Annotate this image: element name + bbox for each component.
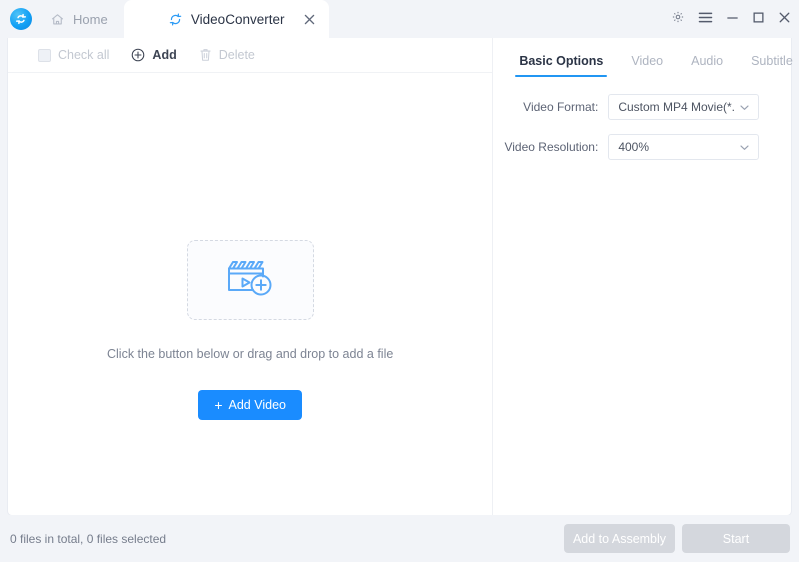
check-all-label: Check all xyxy=(58,48,110,62)
tab-videoconverter[interactable]: VideoConverter xyxy=(123,0,329,38)
video-resolution-value: 400% xyxy=(618,140,650,154)
video-format-select[interactable]: Custom MP4 Movie(*... xyxy=(608,94,760,120)
video-converter-window: Home VideoConverter Check all Add Delete… xyxy=(0,0,799,562)
minimize-icon[interactable] xyxy=(726,11,739,24)
content-panel: Check all Add Delete Click the button be… xyxy=(8,38,793,515)
video-format-value: Custom MP4 Movie(*... xyxy=(618,100,735,114)
chevron-down-icon xyxy=(739,142,750,153)
settings-gear-icon[interactable] xyxy=(671,10,685,24)
tab-basic-options[interactable]: Basic Options xyxy=(505,54,617,77)
tab-strip: Home VideoConverter xyxy=(44,0,329,38)
add-video-clapperboard-icon xyxy=(224,255,276,306)
options-fields: Video Format: Custom MP4 Movie(*... Vide… xyxy=(493,77,791,174)
maximize-icon[interactable] xyxy=(752,11,765,24)
video-format-row: Video Format: Custom MP4 Movie(*... xyxy=(493,94,777,120)
video-format-label: Video Format: xyxy=(523,100,599,114)
app-logo-swirl-icon xyxy=(10,8,32,30)
delete-label: Delete xyxy=(218,48,255,62)
options-pane: Basic Options Video Audio Subtitle Video… xyxy=(493,38,793,515)
plus-icon: + xyxy=(214,397,223,413)
drop-zone[interactable]: Click the button below or drag and drop … xyxy=(8,73,492,515)
check-all-checkbox-icon[interactable] xyxy=(38,48,51,62)
add-video-button-label: Add Video xyxy=(228,398,286,412)
file-toolbar: Check all Add Delete xyxy=(8,38,493,73)
start-label: Start xyxy=(722,531,750,546)
tab-subtitle-label: Subtitle xyxy=(751,54,793,68)
close-window-icon[interactable] xyxy=(778,11,791,24)
start-button[interactable]: Start xyxy=(682,524,790,553)
tab-subtitle[interactable]: Subtitle xyxy=(737,54,799,77)
add-label: Add xyxy=(152,48,177,62)
chevron-down-icon xyxy=(739,102,750,113)
window-controls xyxy=(671,10,791,24)
video-resolution-label: Video Resolution: xyxy=(504,140,599,154)
video-resolution-row: Video Resolution: 400% xyxy=(493,134,777,160)
footer-bar: 0 files in total, 0 files selected Add t… xyxy=(0,515,799,562)
drop-zone-box[interactable] xyxy=(186,240,314,320)
tab-basic-options-label: Basic Options xyxy=(519,54,604,68)
title-bar: Home VideoConverter xyxy=(0,0,799,38)
add-video-button[interactable]: + Add Video xyxy=(198,390,303,420)
add-to-assembly-label: Add to Assembly xyxy=(572,531,667,546)
tab-audio-label: Audio xyxy=(691,54,724,68)
check-all-button[interactable]: Check all xyxy=(38,48,109,62)
drop-zone-hint: Click the button below or drag and drop … xyxy=(107,347,394,361)
tab-videoconverter-label: VideoConverter xyxy=(190,11,285,27)
trash-icon xyxy=(199,48,212,62)
file-list-pane: Check all Add Delete Click the button be… xyxy=(8,38,494,515)
tab-video[interactable]: Video xyxy=(617,54,677,77)
tab-home-label: Home xyxy=(73,11,108,27)
body-wrapper: Check all Add Delete Click the button be… xyxy=(0,38,799,515)
plus-circle-icon xyxy=(131,48,145,62)
home-icon xyxy=(50,12,65,27)
add-to-assembly-button[interactable]: Add to Assembly xyxy=(564,524,675,553)
tab-video-label: Video xyxy=(631,54,664,68)
footer-buttons: Add to Assembly Start xyxy=(564,524,790,553)
file-status-text: 0 files in total, 0 files selected xyxy=(10,531,167,546)
menu-hamburger-icon[interactable] xyxy=(698,11,713,24)
delete-button[interactable]: Delete xyxy=(199,48,255,62)
tab-home[interactable]: Home xyxy=(44,0,124,38)
convert-arrows-icon xyxy=(168,12,183,27)
tab-close-icon[interactable] xyxy=(303,12,317,26)
tab-audio[interactable]: Audio xyxy=(677,54,737,77)
options-tabs: Basic Options Video Audio Subtitle xyxy=(493,38,793,77)
video-resolution-select[interactable]: 400% xyxy=(608,134,760,160)
add-button[interactable]: Add xyxy=(131,48,177,62)
